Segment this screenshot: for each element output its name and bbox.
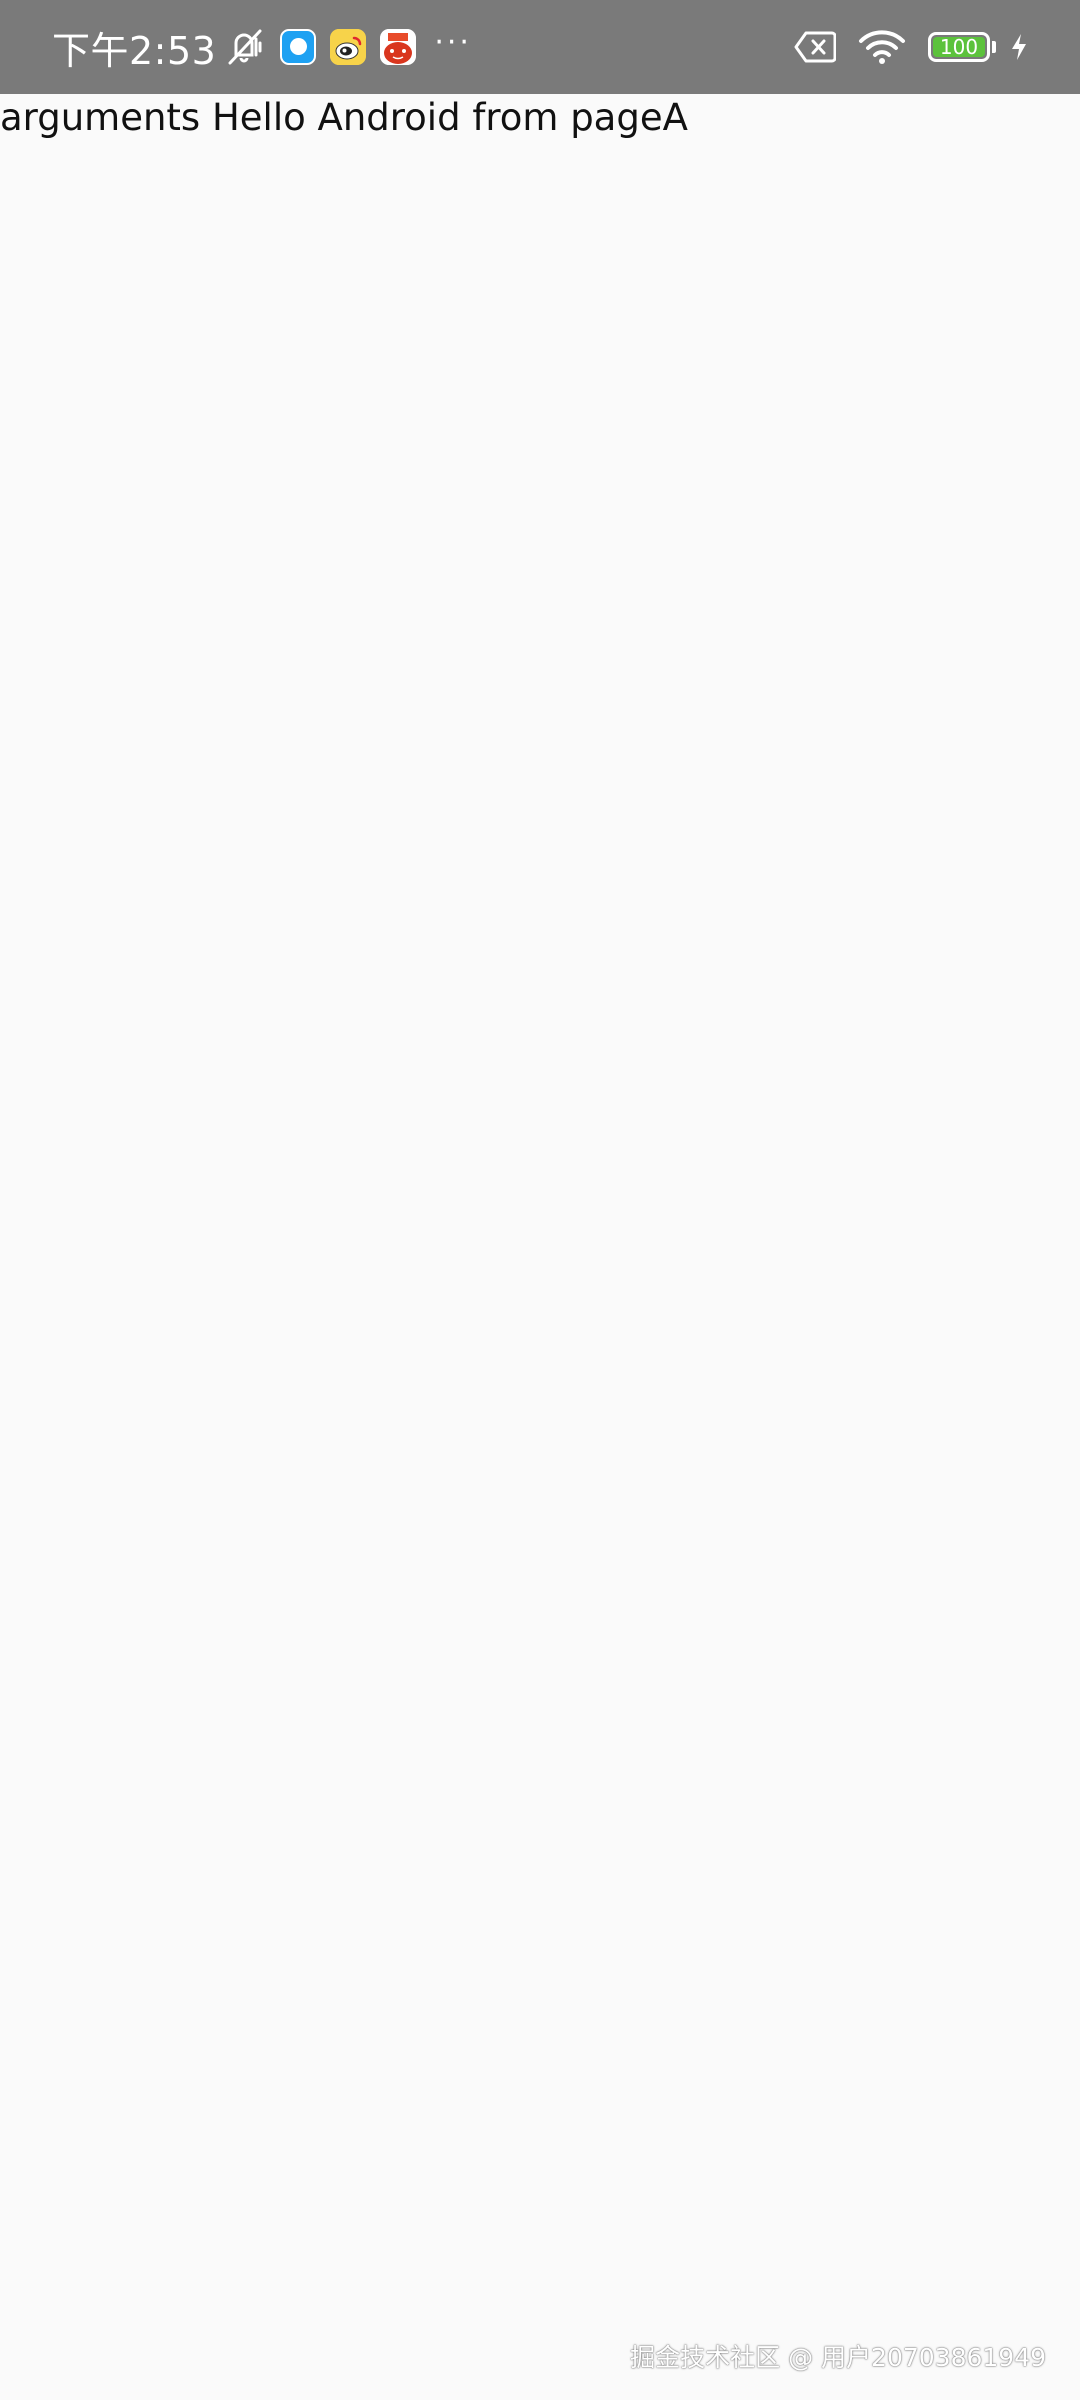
more-notifications-icon: ···: [434, 25, 472, 60]
mute-vibrate-icon: [228, 29, 262, 65]
battery-cap: [992, 41, 996, 53]
no-sim-icon: [794, 31, 836, 63]
wifi-icon: [859, 30, 905, 64]
charging-bolt-icon: [1012, 34, 1026, 60]
red-app-icon: [380, 29, 417, 65]
status-bar: 下午2:53 ··· 100: [0, 0, 1080, 94]
weibo-app-icon: [330, 29, 367, 65]
watermark: 掘金技术社区 @ 用户20703861949: [630, 2343, 1046, 2372]
status-right: 100: [794, 0, 1030, 94]
status-left: 下午2:53 ···: [52, 0, 472, 94]
battery-level: 100: [939, 35, 979, 59]
status-time: 下午2:53: [52, 28, 217, 73]
battery-icon: 100: [928, 32, 990, 62]
page-arguments-text: arguments Hello Android from pageA: [0, 96, 688, 139]
blue-chat-app-icon: [280, 29, 317, 65]
